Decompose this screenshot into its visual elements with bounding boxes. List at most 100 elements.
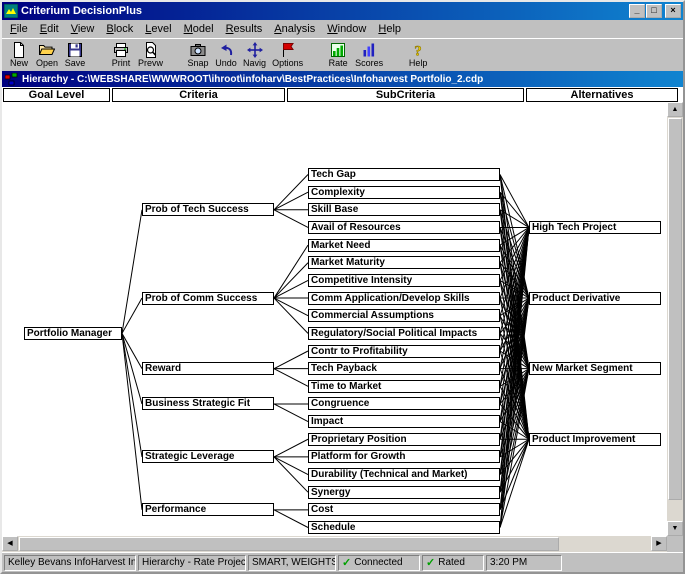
subcriteria-node[interactable]: Schedule bbox=[308, 521, 500, 534]
criteria-node[interactable]: Business Strategic Fit bbox=[142, 397, 274, 410]
criteria-node[interactable]: Prob of Comm Success bbox=[142, 292, 274, 305]
menu-item-analysis[interactable]: Analysis bbox=[268, 21, 321, 37]
column-header-alternatives: Alternatives bbox=[526, 88, 678, 102]
subcriteria-node[interactable]: Cost bbox=[308, 503, 500, 516]
column-header-subcriteria: SubCriteria bbox=[287, 88, 524, 102]
status-bar: Kelley Bevans InfoHarvest Inc.Hierarchy … bbox=[2, 552, 683, 572]
vertical-scroll-thumb[interactable] bbox=[668, 118, 682, 500]
status-text: Connected bbox=[354, 556, 402, 570]
criteria-node[interactable]: Prob of Tech Success bbox=[142, 203, 274, 216]
toolbar-scores-button[interactable]: Scores bbox=[352, 40, 386, 71]
horizontal-scrollbar[interactable]: ◀ ▶ bbox=[2, 536, 667, 552]
main-area: Portfolio Manager Prob of Tech Success Tec… bbox=[2, 102, 683, 536]
subcriteria-node[interactable]: Complexity bbox=[308, 186, 500, 199]
status-panel-hierarchy-rate-projects: Hierarchy - Rate Projects bbox=[138, 555, 246, 571]
horizontal-scrollbar-row: ◀ ▶ bbox=[2, 536, 683, 552]
subcriteria-node[interactable]: Congruence bbox=[308, 397, 500, 410]
toolbar-new-button[interactable]: New bbox=[5, 40, 33, 71]
subcriteria-node[interactable]: Proprietary Position bbox=[308, 433, 500, 446]
criteria-node[interactable]: Strategic Leverage bbox=[142, 450, 274, 463]
subcriteria-node[interactable]: Platform for Growth bbox=[308, 450, 500, 463]
menu-item-results[interactable]: Results bbox=[220, 21, 269, 37]
toolbar-open-button[interactable]: Open bbox=[33, 40, 61, 71]
toolbar-snap-button[interactable]: Snap bbox=[184, 40, 212, 71]
toolbar-button-label: Snap bbox=[188, 59, 209, 68]
scrollbar-corner bbox=[667, 536, 683, 552]
subcriteria-node[interactable]: Regulatory/Social Political Impacts bbox=[308, 327, 500, 340]
toolbar-rate-button[interactable]: Rate bbox=[324, 40, 352, 71]
scores-chart-icon bbox=[361, 42, 377, 58]
status-panel-smart-weights: SMART, WEIGHTS bbox=[248, 555, 336, 571]
status-text: Kelley Bevans InfoHarvest Inc. bbox=[8, 556, 136, 570]
window-title: Criterium DecisionPlus bbox=[21, 5, 626, 17]
menu-item-window[interactable]: Window bbox=[321, 21, 372, 37]
title-bar[interactable]: Criterium DecisionPlus _ □ × bbox=[2, 2, 683, 20]
maximize-button[interactable]: □ bbox=[646, 4, 662, 18]
subcriteria-node[interactable]: Contr to Profitability bbox=[308, 345, 500, 358]
rate-chart-icon bbox=[330, 42, 346, 58]
toolbar-print-button[interactable]: Print bbox=[107, 40, 135, 71]
column-header-goal-level: Goal Level bbox=[3, 88, 110, 102]
subcriteria-node[interactable]: Competitive Intensity bbox=[308, 274, 500, 287]
horizontal-scroll-thumb[interactable] bbox=[19, 537, 559, 551]
subcriteria-node[interactable]: Market Need bbox=[308, 239, 500, 252]
subcriteria-node[interactable]: Synergy bbox=[308, 486, 500, 499]
alternative-node[interactable]: Product Derivative bbox=[529, 292, 661, 305]
toolbar-undo-button[interactable]: Undo bbox=[212, 40, 240, 71]
app-icon bbox=[4, 4, 18, 18]
toolbar-save-button[interactable]: Save bbox=[61, 40, 89, 71]
scroll-up-button[interactable]: ▲ bbox=[667, 102, 683, 117]
check-icon: ✓ bbox=[426, 556, 435, 570]
subcriteria-node[interactable]: Time to Market bbox=[308, 380, 500, 393]
menu-item-block[interactable]: Block bbox=[100, 21, 139, 37]
toolbar-button-label: Rate bbox=[329, 59, 348, 68]
camera-snapshot-icon bbox=[190, 42, 206, 58]
menu-item-file[interactable]: File bbox=[4, 21, 34, 37]
subcriteria-node[interactable]: Tech Payback bbox=[308, 362, 500, 375]
vertical-scrollbar[interactable]: ▲ ▼ bbox=[667, 102, 683, 536]
toolbar-prevw-button[interactable]: Prevw bbox=[135, 40, 166, 71]
goal-node[interactable]: Portfolio Manager bbox=[24, 327, 122, 340]
subcriteria-node[interactable]: Avail of Resources bbox=[308, 221, 500, 234]
menu-item-help[interactable]: Help bbox=[372, 21, 407, 37]
subcriteria-node[interactable]: Tech Gap bbox=[308, 168, 500, 181]
navigate-arrows-icon bbox=[247, 42, 263, 58]
close-button[interactable]: × bbox=[665, 4, 681, 18]
document-title-bar[interactable]: Hierarchy - C:\WEBSHARE\WWWROOT\ihroot\i… bbox=[2, 71, 683, 87]
toolbar-button-label: Undo bbox=[215, 59, 237, 68]
criteria-node[interactable]: Reward bbox=[142, 362, 274, 375]
toolbar: NewOpenSave Print Prevw Snap UndoNavigOption… bbox=[2, 38, 683, 71]
menu-item-edit[interactable]: Edit bbox=[34, 21, 65, 37]
subcriteria-node[interactable]: Durability (Technical and Market) bbox=[308, 468, 500, 481]
alternative-node[interactable]: Product Improvement bbox=[529, 433, 661, 446]
criteria-node[interactable]: Performance bbox=[142, 503, 274, 516]
subcriteria-node[interactable]: Comm Application/Develop Skills bbox=[308, 292, 500, 305]
status-panel-kelley-bevans-infoharvest-inc: Kelley Bevans InfoHarvest Inc. bbox=[4, 555, 136, 571]
menu-item-view[interactable]: View bbox=[65, 21, 101, 37]
menu-item-model[interactable]: Model bbox=[178, 21, 220, 37]
help-question-icon: ? bbox=[410, 42, 426, 58]
toolbar-help-button[interactable]: ?Help bbox=[404, 40, 432, 71]
subcriteria-node[interactable]: Impact bbox=[308, 415, 500, 428]
subcriteria-node[interactable]: Market Maturity bbox=[308, 256, 500, 269]
status-panel-3-20-pm: 3:20 PM bbox=[486, 555, 562, 571]
toolbar-button-label: Prevw bbox=[138, 59, 163, 68]
subcriteria-node[interactable]: Skill Base bbox=[308, 203, 500, 216]
toolbar-options-button[interactable]: Options bbox=[269, 40, 306, 71]
menu-item-level[interactable]: Level bbox=[139, 21, 177, 37]
menu-bar: FileEditViewBlockLevelModelResultsAnalys… bbox=[2, 20, 683, 38]
check-icon: ✓ bbox=[342, 556, 351, 570]
minimize-button[interactable]: _ bbox=[629, 4, 645, 18]
scroll-left-button[interactable]: ◀ bbox=[2, 536, 18, 551]
scroll-right-button[interactable]: ▶ bbox=[651, 536, 667, 551]
toolbar-navig-button[interactable]: Navig bbox=[240, 40, 269, 71]
alternative-node[interactable]: High Tech Project bbox=[529, 221, 661, 234]
vertical-scroll-track[interactable] bbox=[667, 117, 683, 521]
horizontal-scroll-track[interactable] bbox=[560, 536, 651, 552]
alternative-node[interactable]: New Market Segment bbox=[529, 362, 661, 375]
column-headers: Goal LevelCriteriaSubCriteriaAlternative… bbox=[2, 87, 683, 102]
toolbar-button-label: Print bbox=[112, 59, 131, 68]
scroll-down-button[interactable]: ▼ bbox=[667, 521, 683, 536]
subcriteria-node[interactable]: Commercial Assumptions bbox=[308, 309, 500, 322]
printer-icon bbox=[113, 42, 129, 58]
